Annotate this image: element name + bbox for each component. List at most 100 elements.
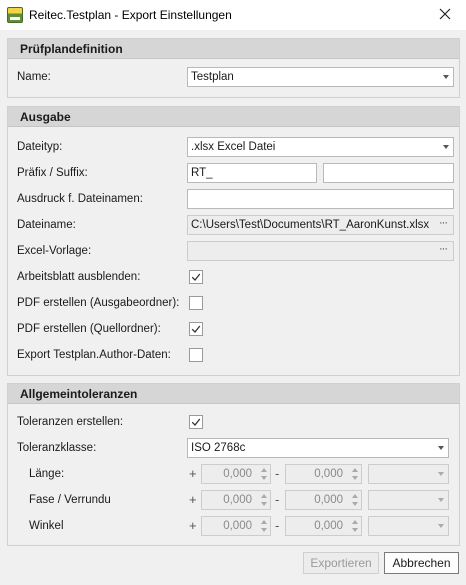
tolerance-label: Fase / Verrundu bbox=[29, 494, 111, 506]
arbeitsblatt-checkbox[interactable] bbox=[189, 270, 203, 284]
plus-tolerance-spinner[interactable]: 0,000 bbox=[201, 490, 271, 510]
dateityp-label: Dateityp: bbox=[17, 141, 63, 153]
spin-down-icon[interactable] bbox=[261, 476, 267, 480]
group-ausgabe: Ausgabe Dateityp: .xlsx Excel Datei Präf… bbox=[7, 106, 460, 376]
plus-sign: + bbox=[189, 518, 197, 533]
tolerance-unit-combo[interactable] bbox=[368, 490, 449, 510]
group-header: Allgemeintoleranzen bbox=[8, 384, 459, 404]
name-value: Testplan bbox=[191, 71, 234, 83]
vorlage-input[interactable]: ··· bbox=[187, 241, 454, 261]
spin-up-icon[interactable] bbox=[261, 494, 267, 498]
spin-up-icon[interactable] bbox=[352, 494, 358, 498]
suffix-input[interactable] bbox=[323, 163, 454, 183]
group-header: Ausgabe bbox=[8, 107, 459, 127]
minus-sign: - bbox=[275, 518, 280, 533]
ellipsis-icon[interactable]: ··· bbox=[436, 216, 450, 234]
plus-tolerance-value: 0,000 bbox=[223, 494, 252, 506]
toleranzen-erstellen-checkbox[interactable] bbox=[189, 415, 203, 429]
name-label: Name: bbox=[17, 71, 51, 83]
toleranzklasse-value: ISO 2768c bbox=[191, 442, 246, 454]
row-praefix-suffix: Präfix / Suffix: RT_ bbox=[8, 163, 459, 185]
dateiname-value: C:\Users\Test\Documents\RT_AaronKunst.xl… bbox=[191, 219, 430, 231]
ellipsis-icon[interactable]: ··· bbox=[436, 242, 450, 260]
minus-tolerance-spinner[interactable]: 0,000 bbox=[285, 516, 362, 536]
plus-tolerance-spinner[interactable]: 0,000 bbox=[201, 516, 271, 536]
minus-sign: - bbox=[275, 492, 280, 507]
spin-up-icon[interactable] bbox=[261, 468, 267, 472]
chevron-down-icon bbox=[443, 145, 449, 149]
spin-up-icon[interactable] bbox=[352, 468, 358, 472]
spin-down-icon[interactable] bbox=[261, 528, 267, 532]
row-toleranzklasse: Toleranzklasse: ISO 2768c bbox=[8, 438, 459, 460]
window-title: Reitec.Testplan - Export Einstellungen bbox=[29, 8, 232, 22]
row-ausdruck: Ausdruck f. Dateinamen: bbox=[8, 189, 459, 211]
tolerance-label: Winkel bbox=[29, 520, 64, 532]
close-icon bbox=[439, 8, 451, 20]
ausdruck-label: Ausdruck f. Dateinamen: bbox=[17, 193, 143, 205]
tolerance-row: Fase / Verrundu + 0,000 - 0,000 bbox=[8, 490, 459, 512]
row-author: Export Testplan.Author-Daten: bbox=[8, 345, 459, 367]
dateityp-combo[interactable]: .xlsx Excel Datei bbox=[187, 137, 454, 157]
group-allgemeintoleranzen: Allgemeintoleranzen Toleranzen erstellen… bbox=[7, 383, 460, 546]
group-header: Prüfplandefinition bbox=[8, 39, 459, 59]
ausdruck-input[interactable] bbox=[187, 189, 454, 209]
export-button[interactable]: Exportieren bbox=[303, 552, 379, 574]
close-button[interactable] bbox=[432, 3, 458, 25]
tolerance-label: Länge: bbox=[29, 468, 65, 480]
spin-down-icon[interactable] bbox=[261, 502, 267, 506]
spin-down-icon[interactable] bbox=[352, 502, 358, 506]
app-icon bbox=[7, 7, 23, 23]
plus-tolerance-spinner[interactable]: 0,000 bbox=[201, 464, 271, 484]
minus-tolerance-value: 0,000 bbox=[314, 520, 343, 532]
praefix-input[interactable]: RT_ bbox=[187, 163, 317, 183]
checkmark-icon bbox=[191, 418, 201, 426]
tolerance-row: Winkel + 0,000 - 0,000 bbox=[8, 516, 459, 538]
row-toleranzen-erstellen: Toleranzen erstellen: bbox=[8, 412, 459, 434]
row-pdf-quell: PDF erstellen (Quellordner): bbox=[8, 319, 459, 341]
title-bar: Reitec.Testplan - Export Einstellungen bbox=[0, 0, 466, 30]
toleranzklasse-label: Toleranzklasse: bbox=[17, 442, 97, 454]
pdf-quell-label: PDF erstellen (Quellordner): bbox=[17, 323, 161, 335]
toleranzen-erstellen-label: Toleranzen erstellen: bbox=[17, 416, 124, 428]
spin-down-icon[interactable] bbox=[352, 528, 358, 532]
dateiname-label: Dateiname: bbox=[17, 219, 76, 231]
tolerance-unit-combo[interactable] bbox=[368, 516, 449, 536]
pdf-ausgabe-label: PDF erstellen (Ausgabeordner): bbox=[17, 297, 180, 309]
tolerance-row: Länge: + 0,000 - 0,000 bbox=[8, 464, 459, 486]
chevron-down-icon bbox=[438, 446, 444, 450]
author-checkbox[interactable] bbox=[189, 348, 203, 362]
row-name: Name: Testplan bbox=[8, 67, 459, 89]
minus-tolerance-spinner[interactable]: 0,000 bbox=[285, 490, 362, 510]
praefix-label: Präfix / Suffix: bbox=[17, 167, 88, 179]
toleranzklasse-combo[interactable]: ISO 2768c bbox=[187, 438, 449, 458]
plus-sign: + bbox=[189, 492, 197, 507]
author-label: Export Testplan.Author-Daten: bbox=[17, 349, 171, 361]
chevron-down-icon bbox=[438, 498, 444, 502]
group-pruefplandefinition: Prüfplandefinition Name: Testplan bbox=[7, 38, 460, 98]
name-combo[interactable]: Testplan bbox=[187, 67, 454, 87]
plus-tolerance-value: 0,000 bbox=[223, 468, 252, 480]
cancel-button[interactable]: Abbrechen bbox=[384, 552, 459, 574]
tolerance-unit-combo[interactable] bbox=[368, 464, 449, 484]
row-vorlage: Excel-Vorlage: ··· bbox=[8, 241, 459, 263]
checkmark-icon bbox=[191, 325, 201, 333]
dateiname-input[interactable]: C:\Users\Test\Documents\RT_AaronKunst.xl… bbox=[187, 215, 454, 235]
checkmark-icon bbox=[191, 273, 201, 281]
minus-tolerance-spinner[interactable]: 0,000 bbox=[285, 464, 362, 484]
chevron-down-icon bbox=[438, 524, 444, 528]
plus-sign: + bbox=[189, 466, 197, 481]
arbeitsblatt-label: Arbeitsblatt ausblenden: bbox=[17, 271, 141, 283]
minus-tolerance-value: 0,000 bbox=[314, 468, 343, 480]
pdf-ausgabe-checkbox[interactable] bbox=[189, 296, 203, 310]
row-pdf-ausgabe: PDF erstellen (Ausgabeordner): bbox=[8, 293, 459, 315]
row-dateiname: Dateiname: C:\Users\Test\Documents\RT_Aa… bbox=[8, 215, 459, 237]
minus-sign: - bbox=[275, 466, 280, 481]
spin-up-icon[interactable] bbox=[261, 520, 267, 524]
row-arbeitsblatt: Arbeitsblatt ausblenden: bbox=[8, 267, 459, 289]
row-dateityp: Dateityp: .xlsx Excel Datei bbox=[8, 137, 459, 159]
spin-down-icon[interactable] bbox=[352, 476, 358, 480]
pdf-quell-checkbox[interactable] bbox=[189, 322, 203, 336]
plus-tolerance-value: 0,000 bbox=[223, 520, 252, 532]
chevron-down-icon bbox=[443, 75, 449, 79]
spin-up-icon[interactable] bbox=[352, 520, 358, 524]
